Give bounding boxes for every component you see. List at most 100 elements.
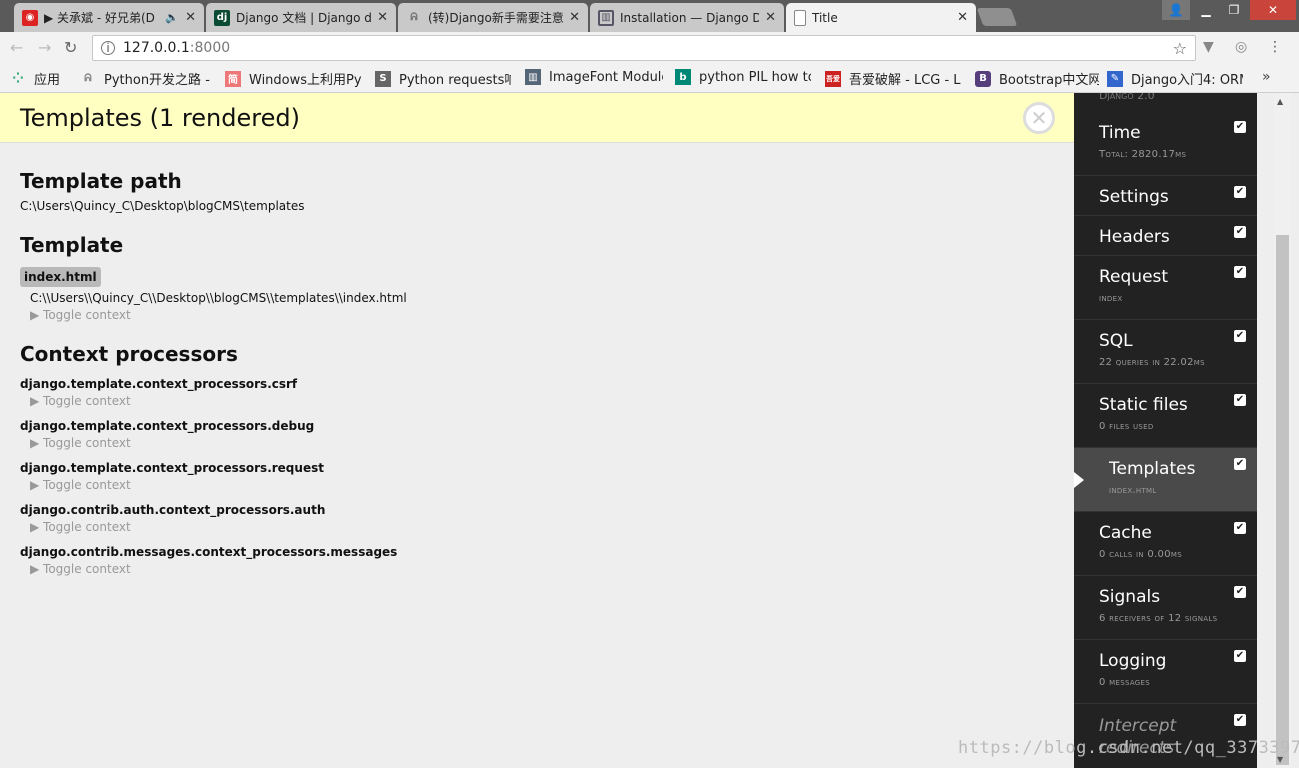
django-version: Django 2.0 bbox=[1099, 93, 1155, 102]
context-processors-heading: Context processors bbox=[20, 342, 238, 366]
sidebar-item-intercept-redirects[interactable]: Intercept redirects ✔ bbox=[1074, 704, 1257, 768]
panel-checkbox[interactable]: ✔ bbox=[1234, 226, 1246, 238]
bookmark-django-orm[interactable]: ✎ Django入门4: ORM bbox=[1107, 69, 1243, 88]
sidebar-item-subtitle: Total: 2820.17ms bbox=[1099, 149, 1187, 160]
blog-icon: ✎ bbox=[1107, 70, 1123, 87]
scrollbar-track[interactable]: ▲ ▼ bbox=[1274, 93, 1291, 768]
bing-icon: b bbox=[675, 69, 691, 85]
bookmarks-bar: ⁘ 应用 ᕱ Python开发之路 - li 简 Windows上利用Pyt S… bbox=[0, 64, 1299, 93]
sidebar-item-settings[interactable]: Settings ✔ bbox=[1074, 176, 1257, 216]
bookmark-label: Django入门4: ORM bbox=[1131, 73, 1243, 88]
window-close-button[interactable]: ✕ bbox=[1250, 0, 1296, 20]
tab-label: Title bbox=[812, 10, 838, 25]
apps-grid-icon: ⁘ bbox=[12, 70, 24, 87]
tab-music[interactable]: ◉ ▶ 关承斌 - 好兄弟(D 🔈 ✕ bbox=[14, 3, 204, 32]
toggle-context-link[interactable]: ▶ Toggle context bbox=[30, 394, 397, 408]
sidebar-item-sql[interactable]: SQL 22 queries in 22.02ms ✔ bbox=[1074, 320, 1257, 384]
sidebar-item-logging[interactable]: Logging 0 messages ✔ bbox=[1074, 640, 1257, 704]
new-tab-button[interactable] bbox=[976, 8, 1018, 26]
toggle-context-link[interactable]: ▶ Toggle context bbox=[30, 478, 397, 492]
sidebar-item-templates[interactable]: Templates index.html ✔ bbox=[1074, 448, 1257, 512]
panel-checkbox[interactable]: ✔ bbox=[1234, 186, 1246, 198]
bookmark-bootstrap[interactable]: B Bootstrap中文网 bbox=[975, 69, 1099, 88]
panel-checkbox[interactable]: ✔ bbox=[1234, 522, 1246, 534]
bookmark-apps[interactable]: ⁘ 应用 bbox=[10, 69, 60, 89]
tab-django-docs[interactable]: dj Django 文档 | Django d ✕ bbox=[206, 3, 396, 32]
bookmark-label: Python开发之路 - li bbox=[104, 73, 212, 88]
extension-circle-icon[interactable]: ◎ bbox=[1235, 39, 1247, 55]
close-tab-icon[interactable]: ✕ bbox=[185, 10, 196, 25]
csdn-icon: ᕱ bbox=[410, 12, 418, 23]
sidebar-item-cache[interactable]: Cache 0 calls in 0.00ms ✔ bbox=[1074, 512, 1257, 576]
tab-title-active[interactable]: Title ✕ bbox=[786, 3, 976, 32]
sidebar-item-signals[interactable]: Signals 6 receivers of 12 signals ✔ bbox=[1074, 576, 1257, 640]
close-tab-icon[interactable]: ✕ bbox=[957, 10, 968, 25]
extension-v-icon[interactable]: ▼ bbox=[1203, 39, 1214, 55]
address-bar[interactable]: i 127.0.0.1:8000 ☆ bbox=[92, 35, 1196, 61]
netease-music-icon: ◉ bbox=[22, 9, 38, 26]
close-tab-icon[interactable]: ✕ bbox=[569, 10, 580, 25]
close-panel-button[interactable]: ✕ bbox=[1023, 102, 1055, 134]
bookmark-python-dev[interactable]: ᕱ Python开发之路 - li bbox=[80, 69, 212, 88]
bookmark-python-pil[interactable]: b python PIL how to bbox=[675, 69, 811, 85]
scroll-up-icon[interactable]: ▲ bbox=[1277, 97, 1283, 106]
context-processor-name: django.template.context_processors.reque… bbox=[20, 461, 324, 475]
sidebar-item-time[interactable]: Time Total: 2820.17ms ✔ bbox=[1074, 111, 1257, 176]
forward-icon[interactable]: → bbox=[38, 38, 51, 57]
back-icon[interactable]: ← bbox=[10, 38, 23, 57]
panel-checkbox[interactable]: ✔ bbox=[1234, 394, 1246, 406]
toggle-context-link[interactable]: ▶ Toggle context bbox=[30, 308, 407, 322]
panel-checkbox[interactable]: ✔ bbox=[1234, 266, 1246, 278]
minimize-button[interactable]: ▁ bbox=[1192, 0, 1220, 20]
s-icon: S bbox=[375, 70, 391, 87]
restore-button[interactable]: ❐ bbox=[1220, 0, 1248, 20]
panel-checkbox[interactable]: ✔ bbox=[1234, 650, 1246, 662]
panel-checkbox[interactable]: ✔ bbox=[1234, 330, 1246, 342]
debug-toolbar-sidebar: Django 2.0 Time Total: 2820.17ms ✔ Setti… bbox=[1074, 93, 1257, 768]
navigation-bar: ← → ↻ i 127.0.0.1:8000 ☆ ▼ ◎ ⋮ bbox=[0, 32, 1299, 64]
bookmark-52pojie[interactable]: 吾爱 吾爱破解 - LCG - LS bbox=[825, 69, 961, 88]
tab-django-notes[interactable]: ᕱ (转)Django新手需要注意 ✕ bbox=[398, 3, 588, 32]
context-processors-section: Context processors django.template.conte… bbox=[20, 342, 397, 576]
bookmark-python-requests[interactable]: S Python requests响 bbox=[375, 69, 511, 88]
sidebar-item-subtitle: 0 files used bbox=[1099, 421, 1154, 432]
sidebar-item-static-files[interactable]: Static files 0 files used ✔ bbox=[1074, 384, 1257, 448]
more-bookmarks-icon[interactable]: » bbox=[1262, 69, 1271, 85]
bookmark-imagefont[interactable]: ▥ ImageFont Module bbox=[525, 69, 663, 85]
panel-header: Templates (1 rendered) ✕ bbox=[0, 93, 1074, 143]
watermark: https://blog.csdn.net/qq_33733970 bbox=[958, 738, 1299, 758]
page-scrollbar[interactable]: ▲ ▼ bbox=[1257, 93, 1299, 768]
reload-icon[interactable]: ↻ bbox=[64, 38, 77, 57]
url-host: 127.0.0.1 bbox=[123, 40, 190, 56]
url-port: :8000 bbox=[189, 40, 231, 56]
close-tab-icon[interactable]: ✕ bbox=[765, 10, 776, 25]
toggle-context-link[interactable]: ▶ Toggle context bbox=[30, 520, 397, 534]
bookmark-label: python PIL how to bbox=[699, 69, 811, 85]
panel-checkbox[interactable]: ✔ bbox=[1234, 586, 1246, 598]
user-profile-icon[interactable]: 👤 bbox=[1162, 0, 1190, 20]
toggle-context-link[interactable]: ▶ Toggle context bbox=[30, 562, 397, 576]
template-path-heading: Template path bbox=[20, 169, 182, 193]
bookmark-label: Python requests响 bbox=[399, 73, 511, 88]
info-icon[interactable]: i bbox=[101, 41, 115, 55]
scrollbar-thumb[interactable] bbox=[1276, 235, 1289, 765]
panel-checkbox[interactable]: ✔ bbox=[1234, 458, 1246, 470]
menu-kebab-icon[interactable]: ⋮ bbox=[1268, 39, 1282, 55]
bookmark-star-icon[interactable]: ☆ bbox=[1173, 39, 1187, 58]
panel-checkbox[interactable]: ✔ bbox=[1234, 714, 1246, 726]
speaker-icon[interactable]: 🔈 bbox=[165, 11, 179, 24]
active-panel-arrow bbox=[1074, 472, 1084, 488]
toggle-context-link[interactable]: ▶ Toggle context bbox=[30, 436, 397, 450]
sidebar-item-subtitle: 0 calls in 0.00ms bbox=[1099, 549, 1182, 560]
context-processor-name: django.contrib.messages.context_processo… bbox=[20, 545, 398, 559]
tab-installation[interactable]: ▥ Installation — Django D ✕ bbox=[590, 3, 784, 32]
bookmark-windows-python[interactable]: 简 Windows上利用Pyt bbox=[225, 69, 361, 88]
sidebar-item-request[interactable]: Request index ✔ bbox=[1074, 256, 1257, 320]
bookmark-label: ImageFont Module bbox=[549, 69, 663, 85]
templates-panel: Templates (1 rendered) ✕ Template path C… bbox=[0, 93, 1074, 768]
sidebar-item-headers[interactable]: Headers ✔ bbox=[1074, 216, 1257, 256]
close-tab-icon[interactable]: ✕ bbox=[377, 10, 388, 25]
browser-window: ◉ ▶ 关承斌 - 好兄弟(D 🔈 ✕ dj Django 文档 | Djang… bbox=[0, 0, 1299, 768]
doc-icon: ▥ bbox=[525, 69, 541, 85]
panel-checkbox[interactable]: ✔ bbox=[1234, 121, 1246, 133]
